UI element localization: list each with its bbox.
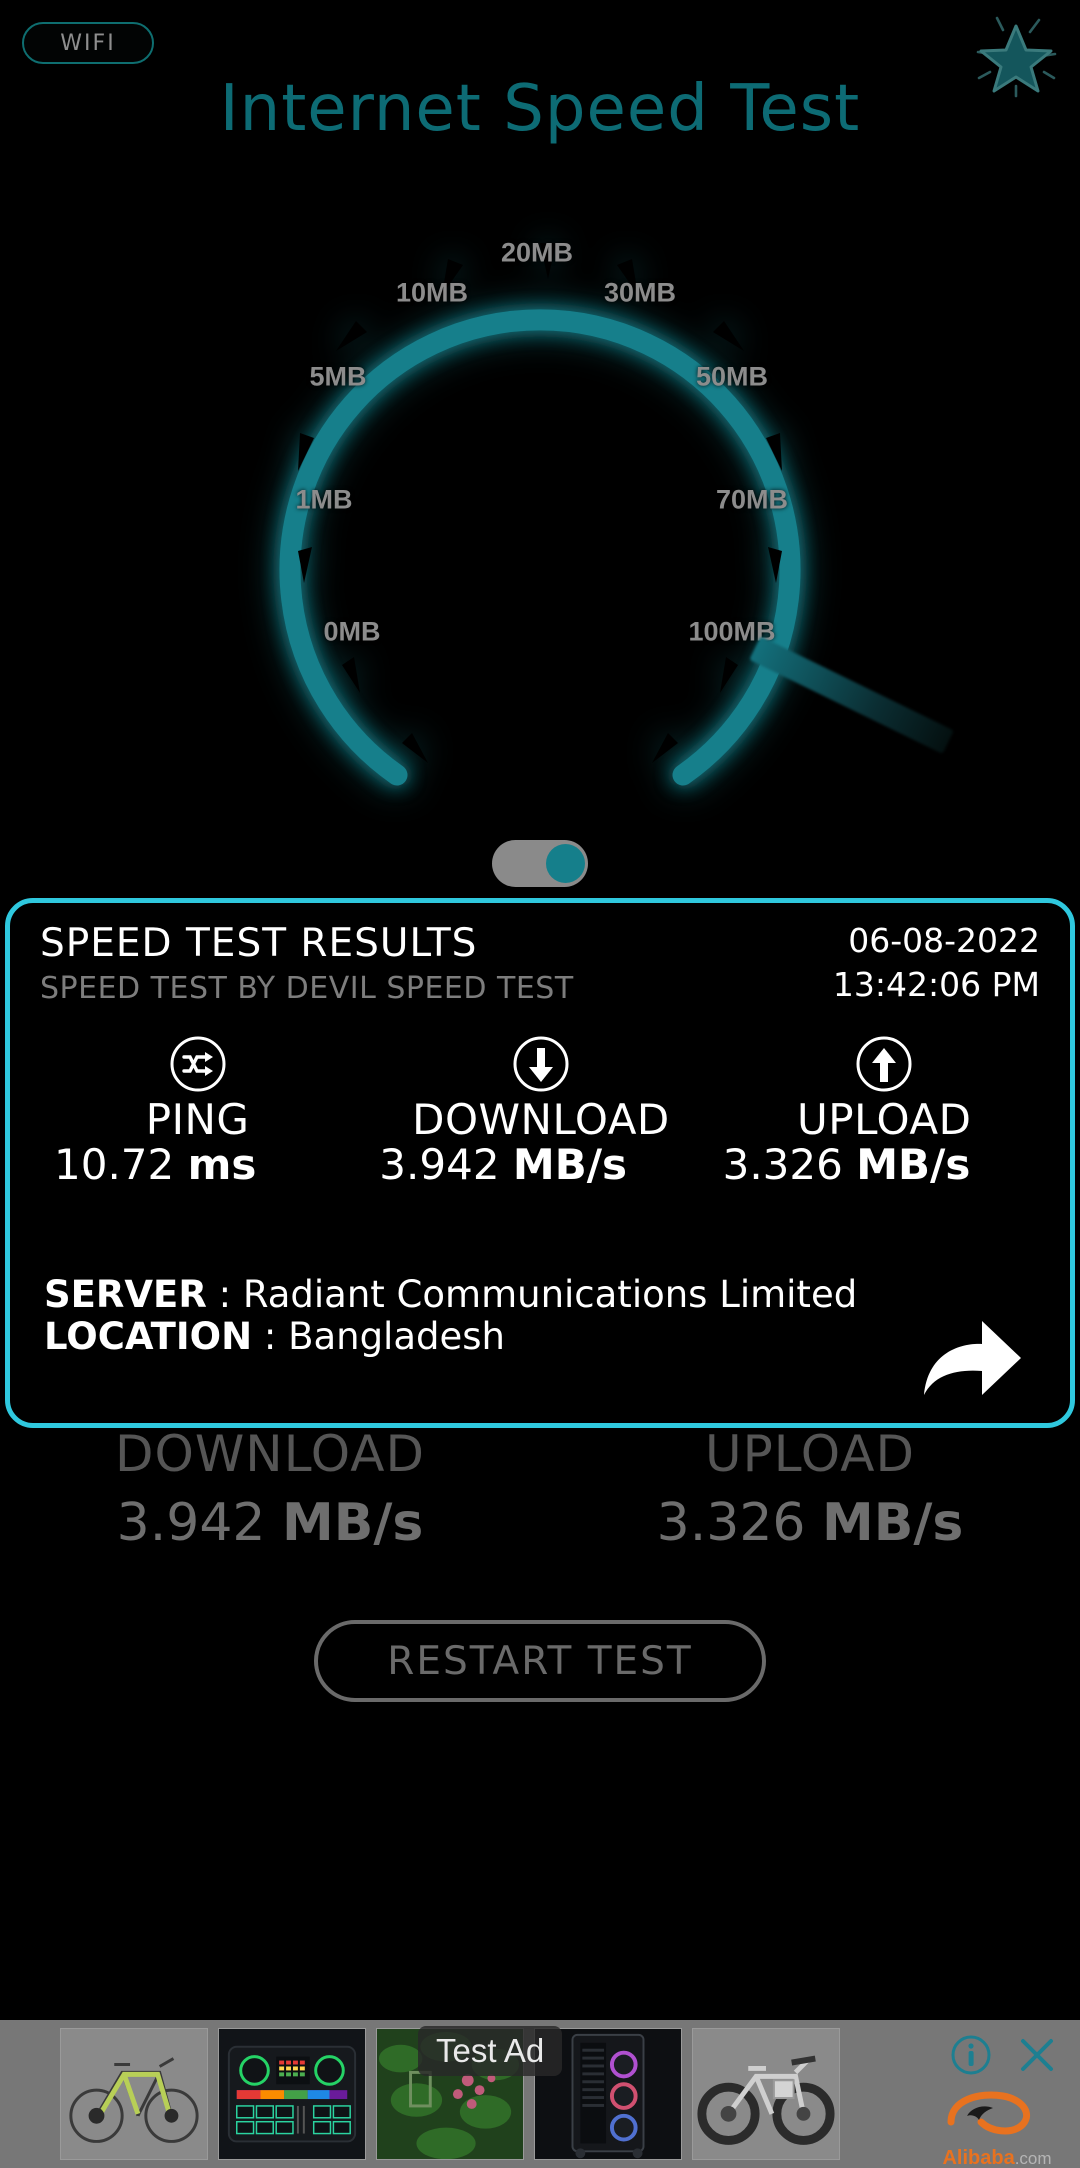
restart-test-label: RESTART TEST bbox=[387, 1638, 693, 1684]
metric-name: DOWNLOAD bbox=[412, 1095, 670, 1144]
server-value: Radiant Communications Limited bbox=[242, 1273, 858, 1316]
alibaba-logo-icon bbox=[947, 2091, 1030, 2135]
connection-type-badge[interactable]: WIFI bbox=[22, 22, 154, 64]
gauge-ring bbox=[279, 243, 801, 786]
metric-number: 10.72 bbox=[54, 1140, 175, 1189]
metric-unit: MB/s bbox=[856, 1140, 971, 1189]
gauge-tick-label: 5MB bbox=[309, 361, 367, 392]
result-card-header: SPEED TEST RESULTS SPEED TEST BY DEVIL S… bbox=[40, 921, 1040, 1011]
location-key: LOCATION bbox=[44, 1315, 253, 1358]
gauge-tick-label: 0MB bbox=[323, 616, 381, 647]
restart-test-button[interactable]: RESTART TEST bbox=[314, 1620, 766, 1702]
summary-download: DOWNLOAD 3.942 MB/s bbox=[0, 1425, 540, 1553]
info-icon[interactable] bbox=[950, 2034, 992, 2076]
summary-upload-number: 3.326 bbox=[656, 1493, 806, 1553]
metric-value: 3.326 MB/s bbox=[713, 1140, 1056, 1189]
summary-upload-value: 3.326 MB/s bbox=[540, 1493, 1080, 1553]
speed-test-results-card: SPEED TEST RESULTS SPEED TEST BY DEVIL S… bbox=[5, 898, 1075, 1428]
ad-tile-bicycle-green[interactable] bbox=[60, 2028, 208, 2160]
summary-download-value: 3.942 MB/s bbox=[0, 1493, 540, 1553]
metric-download: DOWNLOAD 3.942 MB/s bbox=[369, 1035, 712, 1187]
unit-toggle[interactable] bbox=[492, 840, 588, 887]
server-key: SERVER bbox=[44, 1273, 207, 1316]
result-card-subtitle: SPEED TEST BY DEVIL SPEED TEST bbox=[40, 971, 574, 1006]
result-time: 13:42:06 PM bbox=[832, 965, 1040, 1004]
location-colon: : bbox=[263, 1315, 289, 1358]
result-card-title: SPEED TEST RESULTS bbox=[40, 921, 478, 966]
close-icon[interactable] bbox=[1016, 2034, 1058, 2076]
summary-upload-unit: MB/s bbox=[822, 1493, 964, 1553]
gauge-tick-label: 10MB bbox=[395, 277, 469, 308]
gauge-tick-label: 50MB bbox=[695, 361, 769, 392]
metric-name: UPLOAD bbox=[797, 1095, 972, 1144]
page-title: Internet Speed Test bbox=[219, 72, 861, 146]
metric-unit: MB/s bbox=[512, 1140, 628, 1189]
summary-download-number: 3.942 bbox=[116, 1493, 266, 1553]
metric-ping: PING 10.72 ms bbox=[26, 1035, 369, 1187]
shuffle-icon bbox=[170, 1036, 226, 1092]
result-date: 06-08-2022 bbox=[848, 921, 1040, 960]
ad-banner[interactable]: Test Ad Alibaba.com bbox=[0, 2020, 1080, 2168]
ad-label: Test Ad bbox=[418, 2026, 563, 2076]
speed-gauge: 20MB 10MB 30MB 5MB 50MB 1MB 70MB 0MB 100… bbox=[220, 195, 954, 845]
ad-brand-text: Alibaba bbox=[942, 2147, 1015, 2168]
ad-brand-suffix: .com bbox=[1014, 2149, 1052, 2168]
ad-tile-audio-mixer[interactable] bbox=[218, 2028, 366, 2160]
summary-download-unit: MB/s bbox=[282, 1493, 424, 1553]
gauge-tick-label: 20MB bbox=[500, 237, 574, 268]
summary-row: DOWNLOAD 3.942 MB/s UPLOAD 3.326 MB/s bbox=[0, 1425, 1080, 1553]
server-colon: : bbox=[218, 1273, 243, 1316]
metric-name: PING bbox=[145, 1095, 250, 1144]
ad-tile-bicycle-white[interactable] bbox=[692, 2028, 840, 2160]
toggle-knob bbox=[546, 844, 585, 883]
metric-number: 3.942 bbox=[379, 1140, 500, 1189]
gauge-tick-label: 30MB bbox=[603, 277, 677, 308]
gauge-tick-label: 1MB bbox=[295, 484, 353, 515]
summary-upload-label: UPLOAD bbox=[704, 1425, 915, 1483]
metric-unit: ms bbox=[187, 1140, 257, 1189]
summary-upload: UPLOAD 3.326 MB/s bbox=[540, 1425, 1080, 1553]
arrow-up-icon bbox=[856, 1036, 912, 1092]
share-arrow-icon[interactable] bbox=[920, 1315, 1024, 1401]
location-value: Bangladesh bbox=[288, 1315, 505, 1358]
server-row: SERVER : Radiant Communications Limited bbox=[44, 1273, 857, 1316]
metrics-row: PING 10.72 ms DOWNLOAD 3.942 MB/s UPLOAD… bbox=[26, 1035, 1056, 1187]
location-row: LOCATION : Bangladesh bbox=[44, 1315, 505, 1358]
summary-download-label: DOWNLOAD bbox=[115, 1425, 425, 1483]
arrow-down-icon bbox=[513, 1036, 569, 1092]
connection-type-label: WIFI bbox=[60, 30, 116, 56]
metric-value: 10.72 ms bbox=[26, 1140, 369, 1189]
metric-upload: UPLOAD 3.326 MB/s bbox=[713, 1035, 1056, 1187]
ad-brand-name: Alibaba.com bbox=[932, 2147, 1062, 2168]
ad-brand[interactable]: Alibaba.com bbox=[932, 2086, 1062, 2168]
metric-number: 3.326 bbox=[722, 1140, 843, 1189]
gauge-tick-label: 70MB bbox=[715, 484, 789, 515]
metric-value: 3.942 MB/s bbox=[369, 1140, 712, 1189]
